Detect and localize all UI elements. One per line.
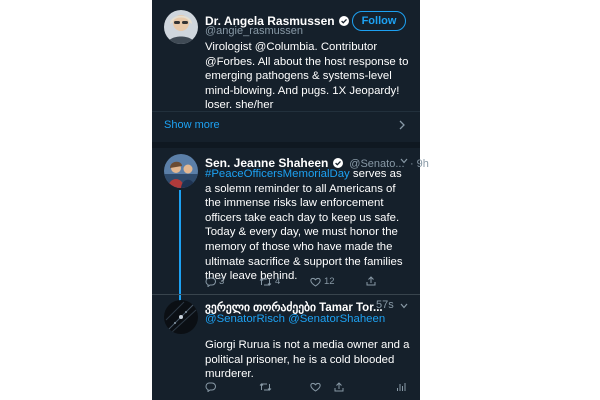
retweet-icon [259,383,272,391]
reply-icon [205,382,216,392]
retweet-icon [259,277,272,286]
verified-badge-icon [339,16,350,26]
chevron-right-icon[interactable] [398,120,406,130]
like-button[interactable]: 12 [310,276,335,287]
reply-button[interactable] [205,382,216,392]
reply-button[interactable]: 3 [205,276,224,287]
tweet-text: Giorgi Rurua is not a media owner and a … [205,339,410,381]
retweet-button[interactable]: 4 [259,276,280,287]
hashtag-link[interactable]: #PeaceOfficersMemorialDay [205,168,350,180]
share-icon [366,276,376,286]
divider [152,111,420,112]
retweet-button[interactable] [259,382,272,392]
reply-icon [205,277,216,287]
reply-count: 3 [219,276,225,287]
tweet-timestamp: 57s [376,299,394,311]
tweet-text: #PeaceOfficersMemorialDay serves as a so… [205,168,403,283]
like-icon [310,277,321,287]
follow-button[interactable]: Follow [352,11,406,31]
divider [152,294,420,295]
retweet-count: 4 [275,276,281,287]
show-more-link[interactable]: Show more [164,119,220,131]
chevron-down-icon[interactable] [400,158,408,164]
reply-mentions: @SenatorRisch @SenatorShaheen [205,313,385,325]
analytics-button[interactable] [396,382,406,392]
like-count: 12 [324,276,335,287]
profile-handle: @angie_rasmussen [205,25,303,37]
like-button[interactable] [310,382,321,392]
analytics-icon [397,383,406,391]
profile-bio: Virologist @Columbia. Contributor @Forbe… [205,41,409,112]
like-icon [310,382,321,392]
share-button[interactable] [366,276,376,286]
share-button[interactable] [334,382,344,392]
chevron-down-icon[interactable] [400,303,408,309]
tweet-avatar[interactable] [164,300,198,334]
share-icon [334,382,344,392]
tweet-avatar[interactable] [164,154,198,188]
thread-line [179,190,181,302]
tweet-timestamp: · 9h [409,158,429,170]
profile-avatar[interactable] [164,10,198,44]
mention-link[interactable]: @SenatorShaheen [288,313,385,325]
mention-link[interactable]: @SenatorRisch [205,313,285,325]
divider [152,142,420,148]
